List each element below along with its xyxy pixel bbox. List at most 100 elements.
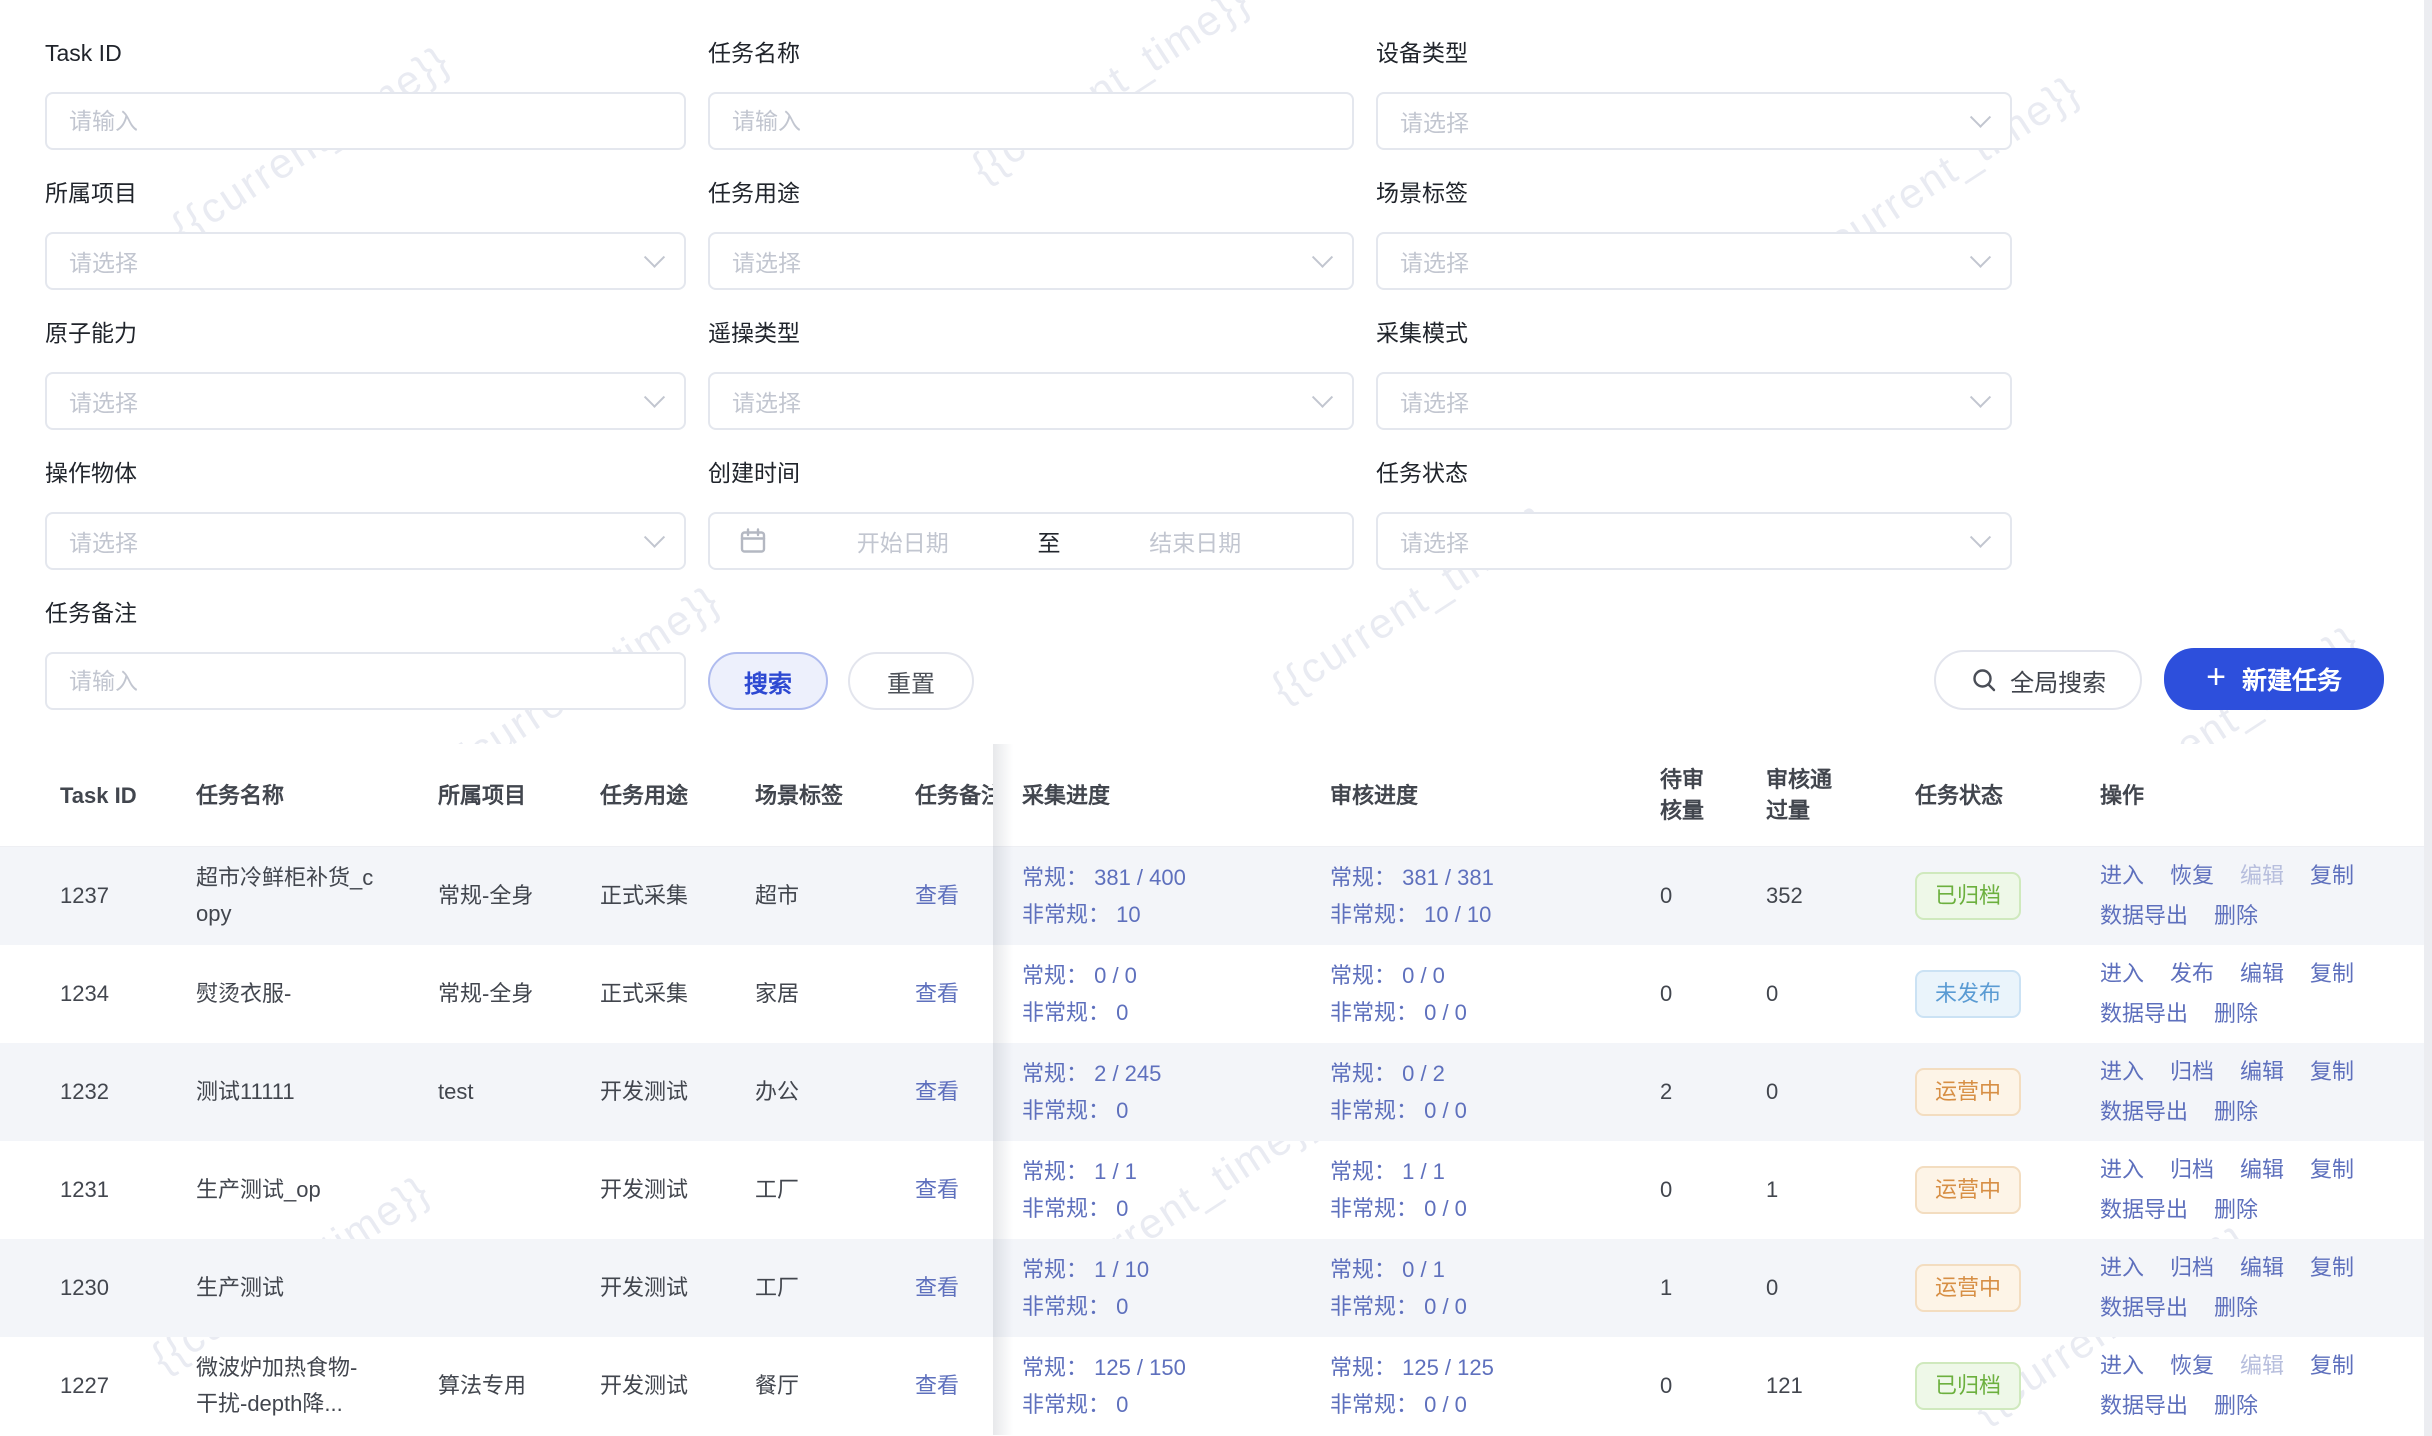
cell-remark: 查看 <box>915 1368 993 1404</box>
action-enter[interactable]: 进入 <box>2100 1253 2144 1283</box>
action-edit[interactable]: 编辑 <box>2240 1057 2284 1087</box>
action-copy[interactable]: 复制 <box>2310 959 2354 989</box>
action-edit[interactable]: 编辑 <box>2240 1253 2284 1283</box>
action-export[interactable]: 数据导出 <box>2100 1097 2188 1127</box>
view-remark-link[interactable]: 查看 <box>915 1275 959 1300</box>
action-enter[interactable]: 进入 <box>2100 861 2144 891</box>
task-id-input[interactable] <box>69 94 662 148</box>
collect-regular: 常规： 1 / 10 <box>1022 1251 1330 1288</box>
cell-scene-tag: 工厂 <box>755 1172 915 1208</box>
action-edit[interactable]: 编辑 <box>2240 959 2284 989</box>
chevron-down-icon <box>1970 526 1991 547</box>
action-export[interactable]: 数据导出 <box>2100 1195 2188 1225</box>
action-restore[interactable]: 恢复 <box>2170 861 2214 891</box>
status-badge: 未发布 <box>1915 970 2021 1018</box>
status-badge: 已归档 <box>1915 872 2021 920</box>
create-time-range-picker[interactable]: 开始日期 至 结束日期 <box>708 512 1354 570</box>
task-id-input-box <box>45 92 686 150</box>
task-name-input[interactable] <box>732 94 1330 148</box>
task-remark-input[interactable] <box>69 654 662 708</box>
action-archive[interactable]: 归档 <box>2170 1057 2214 1087</box>
select-placeholder: 请选择 <box>69 244 647 278</box>
cell-project: 常规-全身 <box>438 878 600 914</box>
action-edit[interactable]: 编辑 <box>2240 1155 2284 1185</box>
task-status-select[interactable]: 请选择 <box>1376 512 2012 570</box>
action-copy[interactable]: 复制 <box>2310 861 2354 891</box>
collect-regular: 常规： 0 / 0 <box>1022 957 1330 994</box>
task-purpose-select[interactable]: 请选择 <box>708 232 1354 290</box>
action-enter[interactable]: 进入 <box>2100 1351 2144 1381</box>
cell-approved-count: 0 <box>1752 976 1915 1012</box>
table-row: 1234 熨烫衣服- 常规-全身 正式采集 家居 查看 常规： 0 / 0 非常… <box>0 945 2432 1043</box>
view-remark-link[interactable]: 查看 <box>915 1079 959 1104</box>
action-restore[interactable]: 恢复 <box>2170 1351 2214 1381</box>
review-irregular: 非常规： 0 / 0 <box>1330 1386 1640 1423</box>
end-date-placeholder[interactable]: 结束日期 <box>1067 524 1325 558</box>
view-remark-link[interactable]: 查看 <box>915 1177 959 1202</box>
view-remark-link[interactable]: 查看 <box>915 1373 959 1398</box>
filter-label: 操作物体 <box>45 458 686 488</box>
action-delete[interactable]: 删除 <box>2214 1391 2258 1421</box>
cell-pending-count: 0 <box>1640 1172 1752 1208</box>
action-delete[interactable]: 删除 <box>2214 1097 2258 1127</box>
cell-review-progress: 常规： 0 / 0 非常规： 0 / 0 <box>1330 957 1640 1031</box>
atomic-capability-select[interactable]: 请选择 <box>45 372 686 430</box>
operation-object-select[interactable]: 请选择 <box>45 512 686 570</box>
action-delete[interactable]: 删除 <box>2214 1195 2258 1225</box>
cell-purpose: 正式采集 <box>600 976 755 1012</box>
action-delete[interactable]: 删除 <box>2214 901 2258 931</box>
cell-pending-count: 2 <box>1640 1074 1752 1110</box>
action-copy[interactable]: 复制 <box>2310 1253 2354 1283</box>
search-button[interactable]: 搜索 <box>708 652 828 710</box>
teleop-type-select[interactable]: 请选择 <box>708 372 1354 430</box>
project-select[interactable]: 请选择 <box>45 232 686 290</box>
filter-label: 场景标签 <box>1376 178 2012 208</box>
action-export[interactable]: 数据导出 <box>2100 999 2188 1029</box>
filter-label: 任务用途 <box>708 178 1354 208</box>
filter-atomic-capability: 原子能力 请选择 <box>45 318 686 430</box>
reset-button[interactable]: 重置 <box>848 652 974 710</box>
filter-collection-mode: 采集模式 请选择 <box>1376 318 2012 430</box>
cell-scene-tag: 餐厅 <box>755 1368 915 1404</box>
col-task-id: Task ID <box>0 780 196 811</box>
action-archive[interactable]: 归档 <box>2170 1155 2214 1185</box>
chevron-down-icon <box>644 246 665 267</box>
start-date-placeholder[interactable]: 开始日期 <box>774 524 1032 558</box>
view-remark-link[interactable]: 查看 <box>915 883 959 908</box>
action-export[interactable]: 数据导出 <box>2100 1391 2188 1421</box>
action-publish[interactable]: 发布 <box>2170 959 2214 989</box>
action-copy[interactable]: 复制 <box>2310 1155 2354 1185</box>
plus-icon: + <box>2206 660 2226 694</box>
filter-device-type: 设备类型 请选择 <box>1376 38 2012 150</box>
action-enter[interactable]: 进入 <box>2100 1057 2144 1087</box>
review-irregular: 非常规： 0 / 0 <box>1330 1288 1640 1325</box>
scene-tag-select[interactable]: 请选择 <box>1376 232 2012 290</box>
global-search-button[interactable]: 全局搜索 <box>1934 650 2142 710</box>
cell-purpose: 开发测试 <box>600 1368 755 1404</box>
filter-panel: Task ID 任务名称 设备类型 请选择 所属项目 <box>0 0 2432 710</box>
collect-regular: 常规： 1 / 1 <box>1022 1153 1330 1190</box>
cell-collect-progress: 常规： 1 / 1 非常规： 0 <box>993 1153 1330 1227</box>
cell-scene-tag: 超市 <box>755 878 915 914</box>
action-export[interactable]: 数据导出 <box>2100 1293 2188 1323</box>
action-enter[interactable]: 进入 <box>2100 1155 2144 1185</box>
view-remark-link[interactable]: 查看 <box>915 981 959 1006</box>
review-regular: 常规： 1 / 1 <box>1330 1153 1640 1190</box>
page-scrollbar[interactable] <box>2424 0 2432 1436</box>
cell-approved-count: 1 <box>1752 1172 1915 1208</box>
new-task-button[interactable]: + 新建任务 <box>2164 648 2384 710</box>
action-export[interactable]: 数据导出 <box>2100 901 2188 931</box>
action-archive[interactable]: 归档 <box>2170 1253 2214 1283</box>
action-delete[interactable]: 删除 <box>2214 1293 2258 1323</box>
action-copy[interactable]: 复制 <box>2310 1057 2354 1087</box>
new-task-label: 新建任务 <box>2242 661 2342 697</box>
chevron-down-icon <box>644 526 665 547</box>
collection-mode-select[interactable]: 请选择 <box>1376 372 2012 430</box>
col-remark: 任务备注 <box>915 780 993 811</box>
device-type-select[interactable]: 请选择 <box>1376 92 2012 150</box>
action-copy[interactable]: 复制 <box>2310 1351 2354 1381</box>
action-delete[interactable]: 删除 <box>2214 999 2258 1029</box>
filter-scene-tag: 场景标签 请选择 <box>1376 178 2012 290</box>
action-enter[interactable]: 进入 <box>2100 959 2144 989</box>
cell-pending-count: 1 <box>1640 1270 1752 1306</box>
